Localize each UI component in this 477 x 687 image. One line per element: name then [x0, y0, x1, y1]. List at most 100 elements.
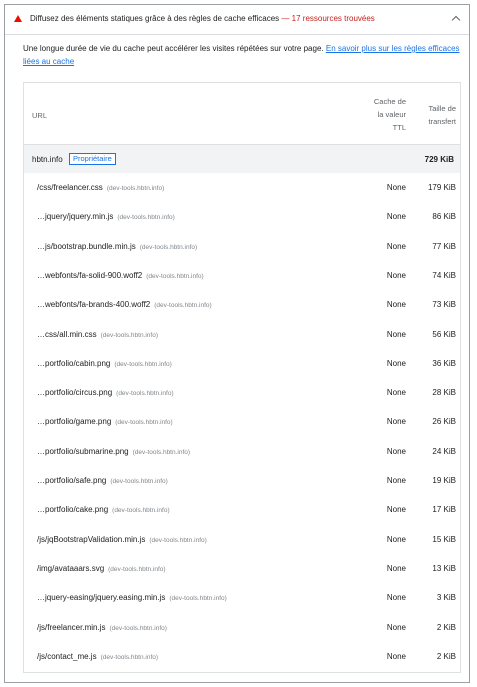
- resource-host: (dev-tools.hbtn.info): [146, 272, 204, 280]
- audit-card: Diffusez des éléments statiques grâce à …: [4, 4, 470, 683]
- resource-host: (dev-tools.hbtn.info): [115, 419, 173, 427]
- transfer-size-cell: 28 KiB: [432, 388, 456, 398]
- resource-url-cell[interactable]: …portfolio/game.png (dev-tools.hbtn.info): [37, 417, 173, 426]
- resource-host: (dev-tools.hbtn.info): [149, 536, 207, 544]
- resource-url[interactable]: …webfonts/fa-brands-400.woff2: [37, 300, 150, 309]
- table-row: …portfolio/cake.png (dev-tools.hbtn.info)…: [24, 495, 460, 524]
- resource-host: (dev-tools.hbtn.info): [109, 624, 167, 632]
- resource-url-cell[interactable]: …css/all.min.css (dev-tools.hbtn.info): [37, 330, 158, 339]
- resource-url-cell[interactable]: …portfolio/submarine.png (dev-tools.hbtn.…: [37, 447, 190, 456]
- table-row: …portfolio/cabin.png (dev-tools.hbtn.info…: [24, 349, 460, 378]
- resource-url[interactable]: …webfonts/fa-solid-900.woff2: [37, 271, 142, 280]
- resource-url[interactable]: …jquery-easing/jquery.easing.min.js: [37, 593, 165, 602]
- transfer-size-cell: 17 KiB: [432, 505, 456, 515]
- resource-host: (dev-tools.hbtn.info): [116, 390, 174, 398]
- resource-url[interactable]: …portfolio/game.png: [37, 417, 111, 426]
- cache-ttl-cell: None: [386, 417, 406, 427]
- resource-host: (dev-tools.hbtn.info): [100, 653, 159, 661]
- resource-url-cell[interactable]: …webfonts/fa-solid-900.woff2 (dev-tools.h…: [37, 271, 204, 280]
- resource-url-cell[interactable]: …portfolio/cake.png (dev-tools.hbtn.info): [37, 505, 170, 514]
- resource-host: (dev-tools.hbtn.info): [117, 214, 175, 222]
- resource-url[interactable]: …jquery/jquery.min.js: [37, 212, 113, 221]
- resource-url[interactable]: /js/jqBootstrapValidation.min.js: [37, 535, 145, 544]
- resource-url-cell[interactable]: …portfolio/circus.png (dev-tools.hbtn.inf…: [37, 388, 174, 397]
- table-row: /js/freelancer.min.js (dev-tools.hbtn.inf…: [24, 613, 460, 642]
- transfer-size-cell: 179 KiB: [427, 183, 456, 192]
- transfer-size-cell: 24 KiB: [432, 446, 456, 456]
- resource-url-cell[interactable]: …jquery/jquery.min.js (dev-tools.hbtn.inf…: [37, 212, 175, 221]
- resource-url[interactable]: …portfolio/circus.png: [37, 388, 112, 397]
- resource-url-cell[interactable]: /js/jqBootstrapValidation.min.js (dev-too…: [37, 535, 207, 544]
- table-row: …portfolio/circus.png (dev-tools.hbtn.inf…: [24, 378, 460, 407]
- group-name: hbtn.info: [32, 155, 63, 164]
- audit-title: Diffusez des éléments statiques grâce à …: [30, 14, 375, 23]
- resources-table: URL Cache de la valeur TTL Taille de tra…: [23, 82, 461, 673]
- table-row: …jquery-easing/jquery.easing.min.js (dev-…: [24, 583, 460, 612]
- cache-ttl-cell: None: [386, 358, 406, 368]
- resource-url-cell[interactable]: /img/avataaars.svg (dev-tools.hbtn.info): [37, 564, 166, 573]
- cache-ttl-cell: None: [386, 505, 406, 515]
- resource-url-cell[interactable]: …jquery-easing/jquery.easing.min.js (dev-…: [37, 593, 227, 602]
- resource-url[interactable]: /css/freelancer.css: [37, 183, 103, 192]
- resource-host: (dev-tools.hbtn.info): [114, 360, 172, 368]
- table-row: /js/jqBootstrapValidation.min.js (dev-too…: [24, 525, 460, 554]
- table-row: …portfolio/game.png (dev-tools.hbtn.info)…: [24, 407, 460, 436]
- audit-title-text: Diffusez des éléments statiques grâce à …: [30, 14, 280, 23]
- cache-ttl-cell: None: [386, 563, 406, 573]
- table-row: …js/bootstrap.bundle.min.js (dev-tools.hb…: [24, 232, 460, 261]
- resource-url-cell[interactable]: …portfolio/safe.png (dev-tools.hbtn.info): [37, 476, 168, 485]
- transfer-size-cell: 86 KiB: [432, 212, 456, 222]
- resource-url-cell[interactable]: …portfolio/cabin.png (dev-tools.hbtn.info…: [37, 359, 172, 368]
- resource-url[interactable]: …portfolio/cabin.png: [37, 359, 110, 368]
- warning-triangle-icon: [14, 15, 22, 22]
- group-row-hbtn-info: hbtn.info Propriétaire 729 KiB: [24, 144, 460, 173]
- cache-ttl-cell: None: [386, 183, 406, 192]
- resource-host: (dev-tools.hbtn.info): [110, 478, 168, 485]
- resource-url-cell[interactable]: /css/freelancer.css (dev-tools.hbtn.info): [37, 183, 164, 192]
- transfer-size-cell: 2 KiB: [436, 622, 456, 632]
- table-row: …webfonts/fa-brands-400.woff2 (dev-tools.…: [24, 290, 460, 319]
- resource-url[interactable]: /js/freelancer.min.js: [37, 623, 105, 632]
- resource-url[interactable]: /js/contact_me.js: [37, 652, 97, 661]
- resource-url[interactable]: …portfolio/cake.png: [37, 505, 108, 514]
- chevron-up-icon[interactable]: [451, 15, 461, 25]
- resource-url[interactable]: …portfolio/safe.png: [37, 476, 106, 485]
- resource-url-cell[interactable]: …js/bootstrap.bundle.min.js (dev-tools.hb…: [37, 242, 197, 251]
- transfer-size-cell: 13 KiB: [432, 563, 456, 573]
- transfer-size-cell: 73 KiB: [432, 300, 456, 310]
- table-row: …webfonts/fa-solid-900.woff2 (dev-tools.h…: [24, 261, 460, 290]
- transfer-size-cell: 77 KiB: [432, 241, 456, 251]
- audit-description-text: Une longue durée de vie du cache peut ac…: [23, 44, 324, 53]
- column-header-transfer-size: Taille de transfert: [414, 102, 456, 128]
- resource-host: (dev-tools.hbtn.info): [100, 331, 159, 339]
- cache-header-line-2: la valeur: [377, 110, 406, 119]
- resource-host: (dev-tools.hbtn.info): [132, 448, 191, 456]
- resource-host: (dev-tools.hbtn.info): [139, 243, 198, 251]
- size-header-line-2: transfert: [428, 117, 456, 126]
- resource-url[interactable]: …portfolio/submarine.png: [37, 447, 129, 456]
- table-row: /js/contact_me.js (dev-tools.hbtn.info) No…: [24, 642, 460, 671]
- cache-ttl-cell: None: [386, 329, 406, 339]
- resource-url-cell[interactable]: …webfonts/fa-brands-400.woff2 (dev-tools.…: [37, 300, 212, 309]
- transfer-size-cell: 26 KiB: [432, 417, 456, 427]
- table-row: …portfolio/safe.png (dev-tools.hbtn.info)…: [24, 466, 460, 495]
- resource-url[interactable]: …js/bootstrap.bundle.min.js: [37, 242, 136, 251]
- resource-url-cell[interactable]: /js/freelancer.min.js (dev-tools.hbtn.inf…: [37, 623, 167, 632]
- audit-header[interactable]: Diffusez des éléments statiques grâce à …: [5, 5, 469, 35]
- cache-ttl-cell: None: [386, 476, 406, 485]
- table-row: /css/freelancer.css (dev-tools.hbtn.info)…: [24, 173, 460, 202]
- table-row: …jquery/jquery.min.js (dev-tools.hbtn.inf…: [24, 202, 460, 231]
- resource-host: (dev-tools.hbtn.info): [108, 565, 166, 573]
- transfer-size-cell: 56 KiB: [432, 329, 456, 339]
- resource-url-cell[interactable]: /js/contact_me.js (dev-tools.hbtn.info): [37, 652, 158, 661]
- table-row: …css/all.min.css (dev-tools.hbtn.info) Non…: [24, 320, 460, 349]
- transfer-size-cell: 2 KiB: [436, 651, 456, 661]
- transfer-size-cell: 3 KiB: [436, 593, 456, 603]
- resource-host: (dev-tools.hbtn.info): [106, 185, 165, 192]
- column-header-url: URL: [32, 111, 48, 120]
- column-header-cache-ttl: Cache de la valeur TTL: [354, 95, 406, 134]
- resource-host: (dev-tools.hbtn.info): [112, 507, 170, 515]
- resource-url[interactable]: …css/all.min.css: [37, 330, 97, 339]
- resource-url[interactable]: /img/avataaars.svg: [37, 564, 104, 573]
- cache-ttl-cell: None: [386, 651, 406, 661]
